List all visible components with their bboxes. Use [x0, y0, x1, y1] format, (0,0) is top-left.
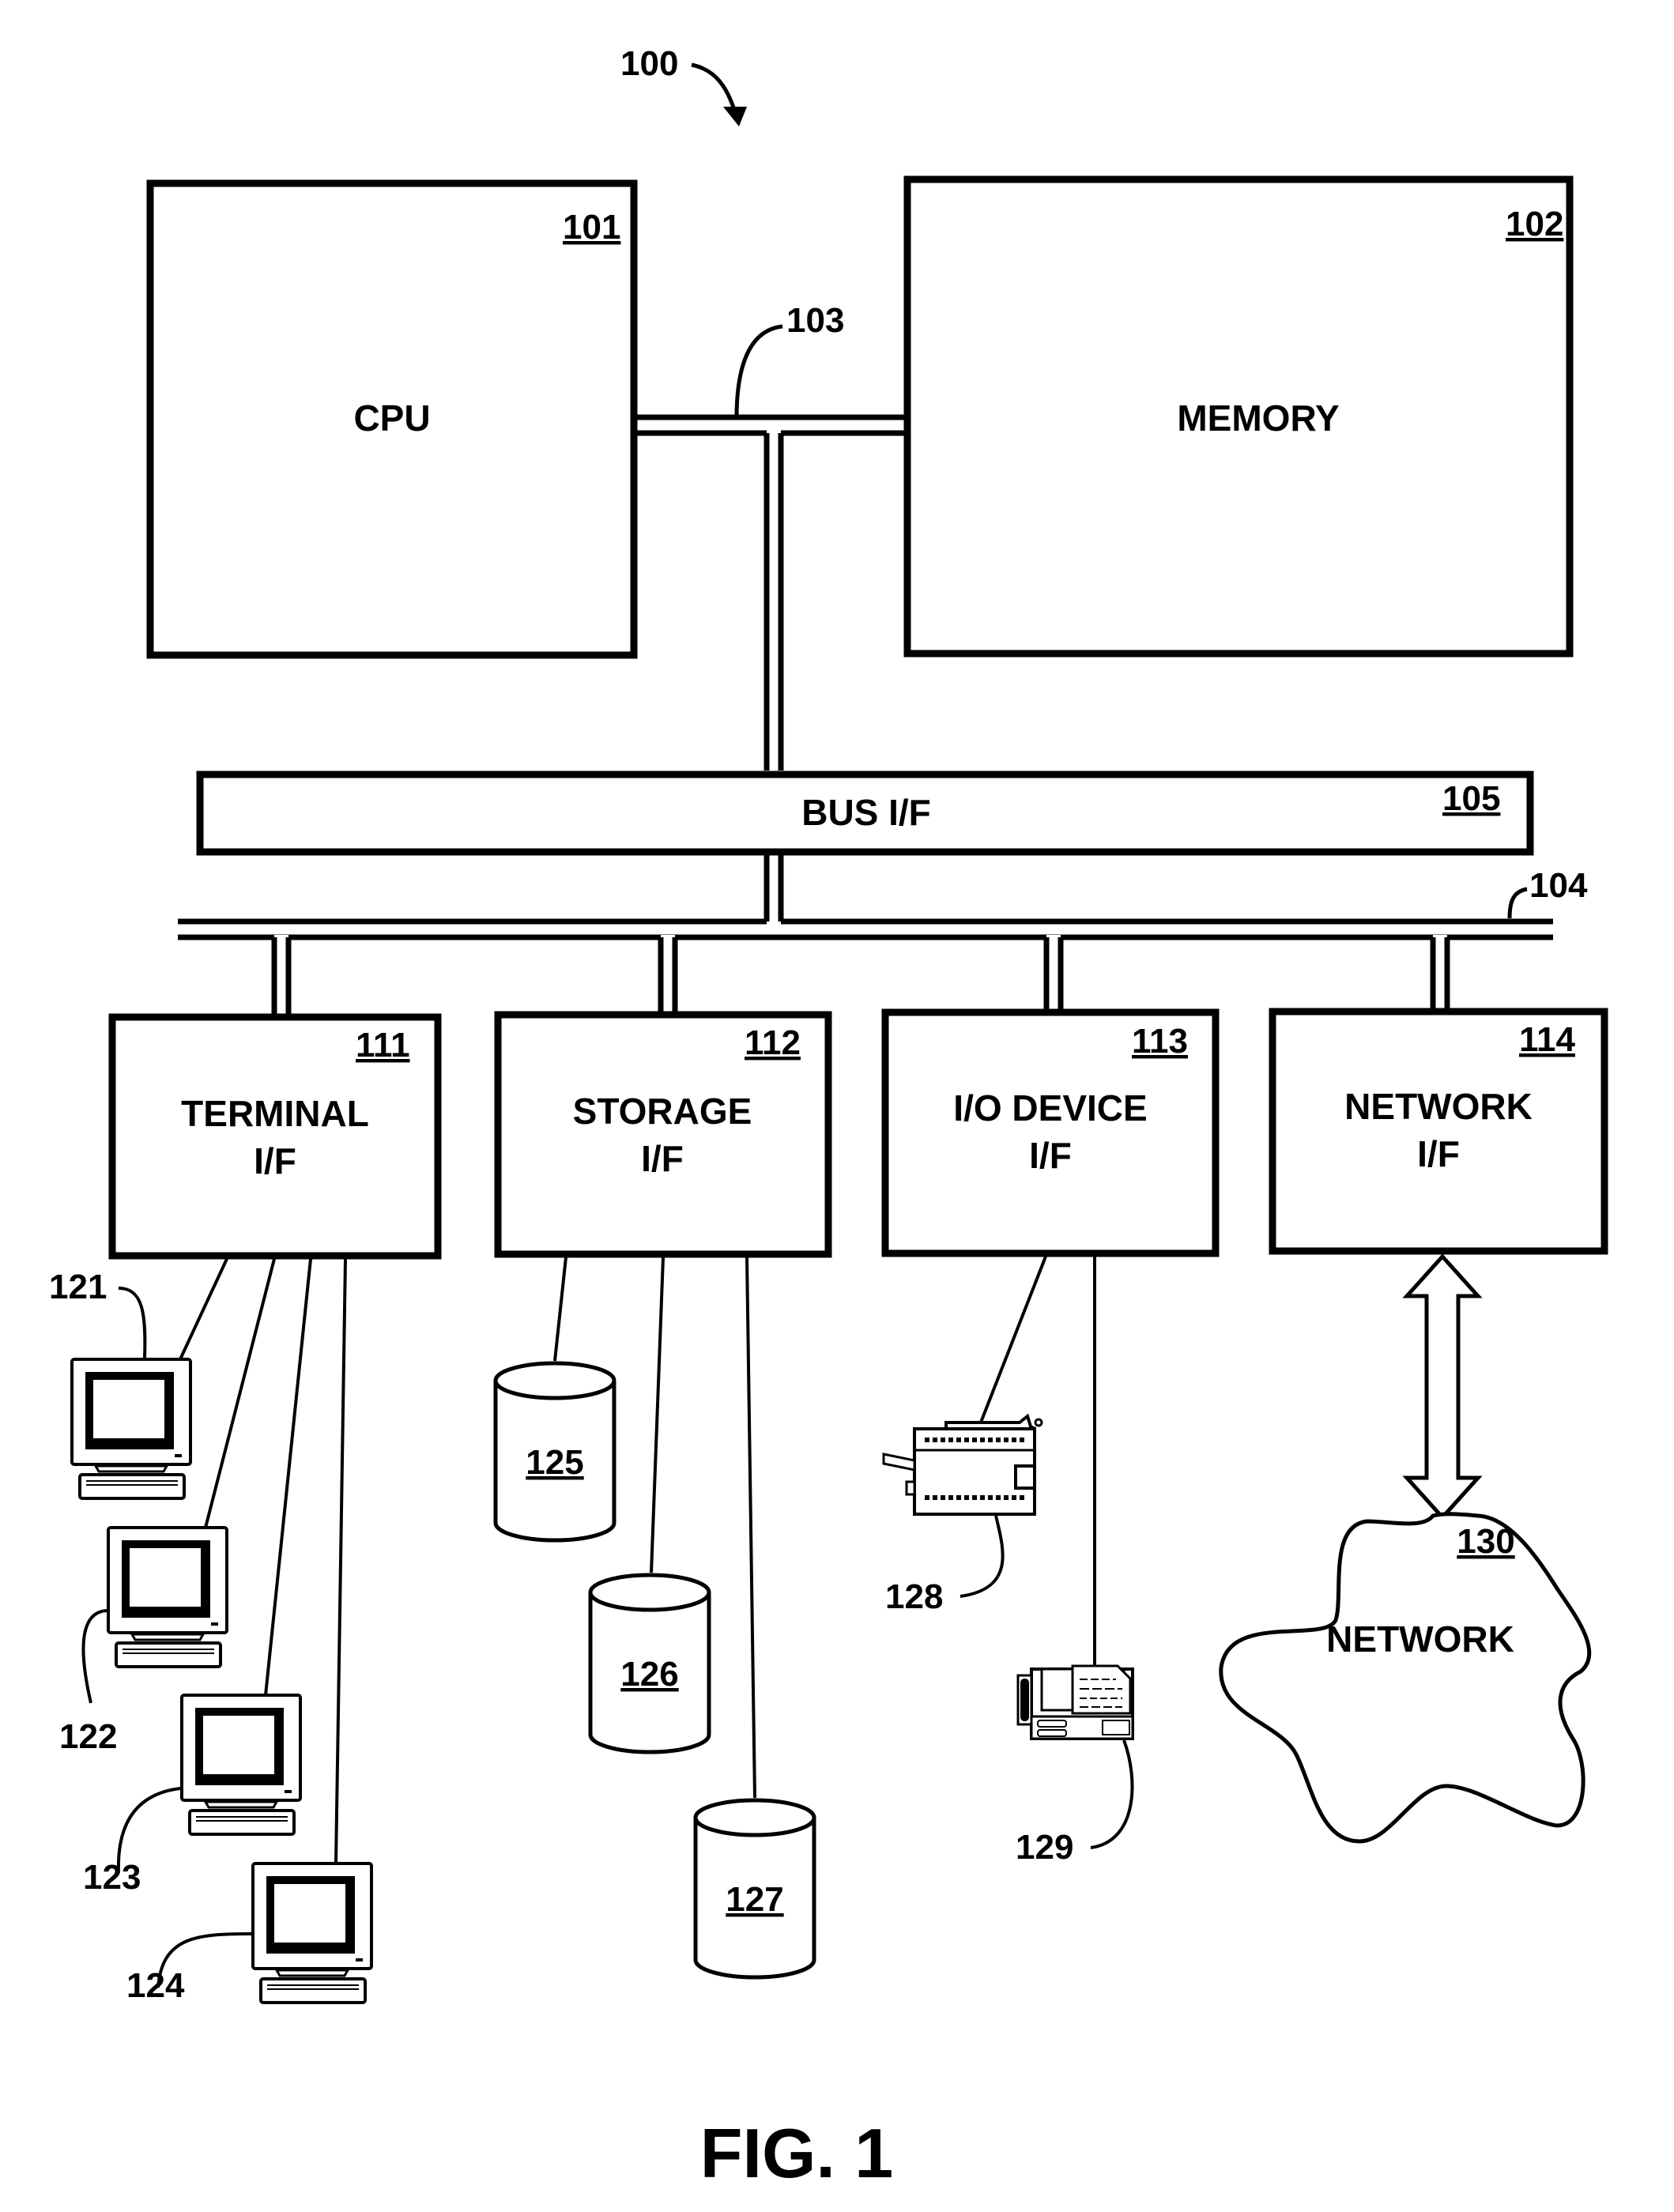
terminal-interface-ref: 111	[356, 1026, 410, 1065]
memory-label: MEMORY	[1177, 398, 1339, 439]
io-device-128[interactable]: 128	[882, 1413, 1043, 1616]
bus-interface-block[interactable]: BUS I/F 105	[196, 771, 1534, 856]
terminal-121-ref: 121	[49, 1268, 107, 1306]
cpu-label: CPU	[353, 398, 430, 439]
terminal-122-leader	[81, 1609, 107, 1704]
memory-ref: 102	[1506, 205, 1563, 243]
io-device-interface-ref: 113	[1132, 1022, 1188, 1061]
storage-interface-label-line1: STORAGE	[573, 1091, 752, 1132]
terminal-122-ref: 122	[59, 1717, 117, 1756]
terminal-121-leader	[118, 1287, 147, 1358]
storage-127-ref: 127	[726, 1880, 783, 1919]
io-device-129-ref: 129	[1016, 1828, 1073, 1867]
printer-icon	[882, 1413, 1043, 1516]
storage-interface-ref: 112	[745, 1023, 801, 1062]
bus-interface-label: BUS I/F	[801, 792, 931, 833]
storage-125-ref: 125	[526, 1443, 583, 1482]
figure-ref-arrowhead-icon	[723, 107, 747, 126]
network-interface-label-line1: NETWORK	[1344, 1086, 1533, 1127]
io-bus-drops	[271, 935, 1450, 1014]
bus-interface-ref: 105	[1442, 779, 1500, 818]
network-link-arrow	[1402, 1253, 1483, 1521]
terminal-interface-label-line1: TERMINAL	[181, 1093, 369, 1134]
storage-interface-label-line2: I/F	[641, 1138, 684, 1179]
io-device-128-leader	[960, 1515, 1005, 1598]
terminal-123-ref: 123	[83, 1858, 141, 1897]
io-device-interface-label-line2: I/F	[1029, 1135, 1072, 1176]
terminal-122-monitor-icon	[107, 1526, 228, 1668]
memory-block[interactable]: 102 MEMORY	[903, 175, 1574, 658]
network-label: NETWORK	[1326, 1618, 1514, 1660]
terminal-123-monitor-icon	[180, 1694, 302, 1836]
network-interface-label-line2: I/F	[1417, 1133, 1460, 1174]
fax-machine-icon	[1016, 1656, 1134, 1740]
terminal-124[interactable]: 124	[126, 1862, 373, 2005]
storage-device-127[interactable]: 127	[696, 1800, 814, 1977]
memory-bus-leader	[734, 324, 783, 418]
terminal-124-monitor-icon	[251, 1862, 373, 2004]
figure-ref-leader	[691, 62, 737, 113]
terminal-124-ref: 124	[126, 1966, 185, 2005]
io-device-129[interactable]: 129	[1016, 1656, 1134, 1867]
network-ref: 130	[1457, 1522, 1514, 1561]
storage-device-125[interactable]: 125	[496, 1363, 614, 1540]
storage-126-ref: 126	[620, 1655, 678, 1694]
terminal-121-monitor-icon	[70, 1358, 192, 1500]
figure-ref-label: 100	[620, 44, 678, 83]
memory-bus-ref: 103	[786, 301, 844, 340]
network-interface-ref: 114	[1519, 1020, 1576, 1059]
io-bus: 104	[178, 855, 1588, 940]
system-block-diagram: 100 101 CPU 102 MEMORY 103 BUS I/F 105 1	[49, 44, 1608, 2192]
terminal-121[interactable]: 121	[49, 1268, 192, 1500]
terminal-interface-block[interactable]: 111 TERMINAL I/F	[108, 1013, 442, 1260]
cpu-ref: 101	[563, 208, 620, 247]
io-bus-ref: 104	[1529, 866, 1588, 905]
figure-caption: FIG. 1	[700, 2114, 894, 2192]
cpu-block[interactable]: 101 CPU	[146, 179, 638, 659]
network-cloud[interactable]: 130 NETWORK	[1219, 1512, 1592, 1844]
io-bus-leader	[1507, 887, 1528, 919]
io-device-129-leader	[1090, 1739, 1134, 1849]
network-interface-block[interactable]: 114 NETWORK I/F	[1269, 1008, 1608, 1255]
terminal-interface-label-line2: I/F	[254, 1140, 296, 1181]
io-device-interface-label-line1: I/O DEVICE	[953, 1087, 1147, 1129]
storage-interface-block[interactable]: 112 STORAGE I/F	[494, 1011, 832, 1258]
storage-device-126[interactable]: 126	[590, 1575, 709, 1752]
io-device-128-ref: 128	[885, 1577, 943, 1616]
memory-bus: 103	[637, 301, 904, 771]
io-device-interface-block[interactable]: 113 I/O DEVICE I/F	[881, 1008, 1220, 1257]
